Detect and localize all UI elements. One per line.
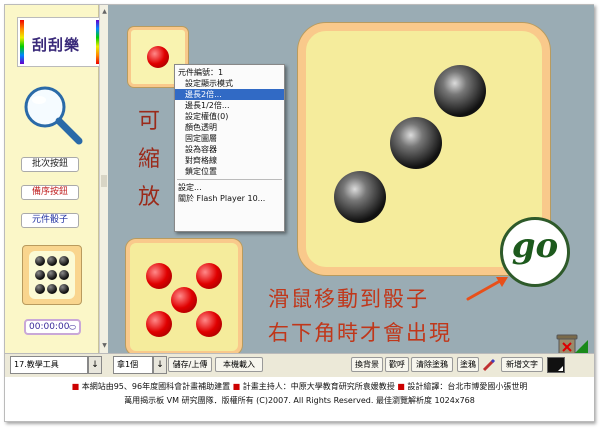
dice-pip	[35, 284, 45, 294]
dice-pip	[146, 311, 172, 337]
menu-item-fix-layer[interactable]: 固定圖層	[175, 133, 284, 144]
scalable-label: 可 縮 放	[135, 103, 163, 217]
load-local-button[interactable]: 本機載入	[215, 357, 263, 372]
footer-credits: ■ 本網站由95、96年度國科會計畫補助建置 ■ 計畫主持人：中原大學教育研究所…	[5, 381, 594, 392]
page-select-arrow-icon[interactable]: ↓	[153, 356, 167, 374]
footer-pi: 計畫主持人：中原大學教育研究所袁媛教授	[242, 382, 395, 391]
caption-line-1: 滑鼠移動到骰子	[268, 287, 429, 311]
page-select[interactable]: 拿1個	[113, 356, 153, 374]
dice-pip	[334, 171, 386, 223]
menu-item-lock-position[interactable]: 鎖定位置	[175, 166, 284, 177]
dice-pip	[196, 263, 222, 289]
dice-pip	[196, 311, 222, 337]
menu-item-double-size[interactable]: 邊長2倍...	[175, 89, 284, 100]
dice-pip	[59, 256, 69, 266]
bullet-icon: ■	[71, 382, 80, 391]
color-swatch-corner-icon	[558, 366, 563, 371]
dice-palette[interactable]	[22, 245, 82, 305]
caption-line-2: 右下角時才會出現	[268, 321, 452, 345]
dice-pip	[147, 46, 169, 68]
go-label: go	[511, 226, 559, 266]
dice-pip	[390, 117, 442, 169]
menu-item-settings[interactable]: 設定...	[175, 182, 284, 193]
menu-item-about-flash[interactable]: 關於 Flash Player 10...	[175, 193, 284, 204]
clear-paint-button[interactable]: 清除塗鴉	[411, 357, 453, 372]
dice-pip	[59, 284, 69, 294]
dice-pip	[35, 270, 45, 280]
logo-color-bar-left	[20, 20, 24, 64]
bottom-toolbar: 17.教學工具 ↓ 拿1個 ↓ 儲存/上傳 本機載入 換背景 歡呼 清除塗鴉 塗…	[5, 353, 594, 377]
sidebar-scrollbar[interactable]: ▲ ▼	[99, 5, 108, 353]
menu-item-display-mode[interactable]: 設定顯示模式	[175, 78, 284, 89]
menu-separator	[177, 179, 282, 180]
timer-display[interactable]: 00:00:00 ⬭	[24, 319, 81, 335]
footer-funding: 本網站由95、96年度國科會計畫補助建置	[81, 382, 231, 391]
scalable-char: 縮	[137, 147, 160, 172]
timer-toggle-icon[interactable]: ⬭	[69, 322, 76, 334]
site-footer: ■ 本網站由95、96年度國科會計畫補助建置 ■ 計畫主持人：中原大學教育研究所…	[5, 377, 594, 421]
scalable-char: 可	[137, 109, 160, 134]
scroll-thumb[interactable]	[101, 175, 107, 187]
menu-item-component-id: 元件編號：1	[178, 68, 224, 77]
menu-item-half-size[interactable]: 邊長1/2倍...	[175, 100, 284, 111]
save-upload-button[interactable]: 儲存/上傳	[168, 357, 212, 372]
add-text-button[interactable]: 新增文字	[501, 357, 543, 372]
tool-select-arrow-icon[interactable]: ↓	[88, 356, 102, 374]
change-background-button[interactable]: 換背景	[351, 357, 383, 372]
menu-item-snap-grid[interactable]: 對齊格線	[175, 155, 284, 166]
sidebar: 刮刮樂 批次按鈕 備序按鈕 元件骰子 00:00:00 ⬭	[5, 5, 103, 353]
dice-pip	[35, 256, 45, 266]
hide-button[interactable]: 備序按鈕	[21, 185, 79, 200]
pencil-icon[interactable]	[482, 358, 496, 372]
dice-five[interactable]	[126, 239, 242, 355]
menu-item-set-weight[interactable]: 設定權值(0)	[175, 111, 284, 122]
dice-pip	[47, 270, 57, 280]
dice-pip	[146, 263, 172, 289]
batch-button[interactable]: 批次按鈕	[21, 157, 79, 172]
magnifier-icon[interactable]	[21, 83, 85, 147]
footer-copyright: 萬用揭示板 VM 研究團隊．版權所有 (C)2007. All Rights R…	[124, 396, 475, 405]
menu-item-set-container[interactable]: 設為容器	[175, 144, 284, 155]
context-menu: 元件編號：1 設定顯示模式 邊長2倍... 邊長1/2倍... 設定權值(0) …	[174, 64, 285, 232]
menu-item-transparent[interactable]: 顏色透明	[175, 122, 284, 133]
dice-pip	[47, 256, 57, 266]
timer-text: 00:00:00	[29, 322, 70, 332]
dice-pip	[59, 270, 69, 280]
dice-pip	[47, 284, 57, 294]
dice-palette-face	[29, 251, 75, 299]
cheer-button[interactable]: 歡呼	[385, 357, 409, 372]
scalable-char: 放	[137, 185, 160, 210]
logo-text: 刮刮樂	[32, 36, 81, 54]
color-swatch[interactable]	[547, 357, 565, 373]
pointer-arrow-icon	[466, 277, 508, 301]
bullet-icon: ■	[232, 382, 241, 391]
dice-pip	[434, 65, 486, 117]
paint-button[interactable]: 塗鴉	[457, 357, 479, 372]
go-button[interactable]: go	[500, 217, 570, 287]
dice-pip	[171, 287, 197, 313]
bullet-icon: ■	[397, 382, 405, 391]
dice-component-button[interactable]: 元件骰子	[21, 213, 79, 228]
footer-designer: 設計繪譯：台北市博愛國小張世明	[407, 382, 528, 391]
app-logo[interactable]: 刮刮樂	[17, 17, 103, 67]
tool-select[interactable]: 17.教學工具	[10, 356, 88, 374]
